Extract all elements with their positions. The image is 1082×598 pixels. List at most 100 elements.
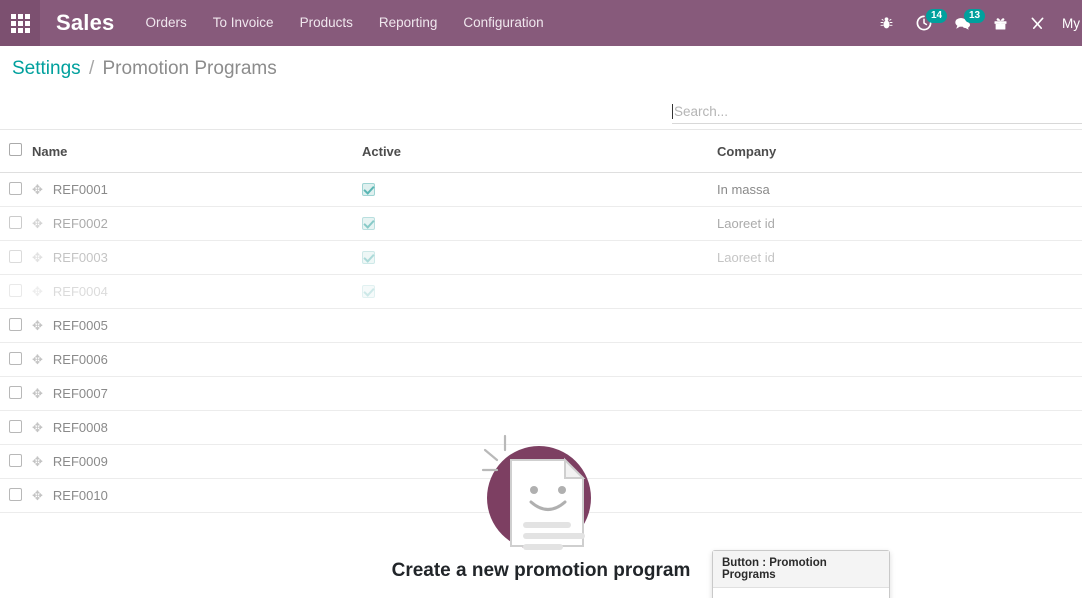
row-name-cell[interactable]: ✥ REF0005 [32,308,362,343]
table-row[interactable]: ✥ REF0006 [0,342,1082,377]
row-company-cell[interactable] [717,376,1082,411]
activity-clock-icon[interactable]: 14 [905,0,948,46]
drag-handle-icon[interactable]: ✥ [32,285,43,298]
table-row[interactable]: ✥ REF0002 Laoreet id [0,206,1082,241]
search-caret [672,104,673,119]
row-active-cell[interactable] [362,206,717,241]
row-name-value: REF0005 [52,318,108,333]
row-company-cell[interactable] [717,478,1082,513]
drag-handle-icon[interactable]: ✥ [32,489,43,502]
drag-handle-icon[interactable]: ✥ [32,387,43,400]
row-active-cell[interactable] [362,444,717,479]
row-checkbox[interactable] [9,385,22,399]
row-select-cell[interactable] [0,478,32,513]
search-bar[interactable] [672,104,1082,124]
row-company-cell[interactable] [717,444,1082,479]
table-row[interactable]: ✥ REF0005 [0,308,1082,343]
tools-icon[interactable] [1019,0,1056,46]
row-select-cell[interactable] [0,172,32,207]
row-name-cell[interactable]: ✥ REF0007 [32,376,362,411]
row-select-cell[interactable] [0,376,32,411]
menu-item-reporting[interactable]: Reporting [366,0,451,46]
row-checkbox[interactable] [9,487,22,501]
row-select-cell[interactable] [0,240,32,275]
row-select-cell[interactable] [0,444,32,479]
row-select-cell[interactable] [0,308,32,343]
menu-item-to-invoice[interactable]: To Invoice [200,0,287,46]
menu-item-orders[interactable]: Orders [133,0,200,46]
row-select-cell[interactable] [0,274,32,309]
row-active-cell[interactable] [362,410,717,445]
table-row[interactable]: ✥ REF0001 In massa [0,172,1082,207]
select-all-checkbox[interactable] [9,143,22,156]
tooltip-title: Button : Promotion Programs [713,551,889,588]
top-navbar: Sales Orders To Invoice Products Reporti… [0,0,1082,46]
row-checkbox[interactable] [9,215,22,229]
row-active-cell[interactable] [362,240,717,275]
row-name-cell[interactable]: ✥ REF0009 [32,444,362,479]
row-name-cell[interactable]: ✥ REF0003 [32,240,362,275]
bug-icon[interactable] [868,0,905,46]
user-menu-label[interactable]: My [1056,16,1080,31]
row-company-cell[interactable] [717,342,1082,377]
drag-handle-icon[interactable]: ✥ [32,217,43,230]
menu-item-configuration[interactable]: Configuration [450,0,556,46]
row-name-cell[interactable]: ✥ REF0008 [32,410,362,445]
row-select-cell[interactable] [0,342,32,377]
table-row[interactable]: ✥ REF0007 [0,376,1082,411]
row-company-cell[interactable]: Laoreet id [717,206,1082,241]
menu-item-products[interactable]: Products [287,0,366,46]
row-active-cell[interactable] [362,172,717,207]
row-company-cell[interactable] [717,274,1082,309]
row-select-cell[interactable] [0,410,32,445]
table-row[interactable]: ✥ REF0010 [0,478,1082,513]
app-brand-title[interactable]: Sales [40,10,133,36]
row-active-cell[interactable] [362,274,717,309]
table-row[interactable]: ✥ REF0003 Laoreet id [0,240,1082,275]
search-input[interactable] [674,104,1082,119]
table-row[interactable]: ✥ REF0008 [0,410,1082,445]
row-name-cell[interactable]: ✥ REF0004 [32,274,362,309]
row-checkbox[interactable] [9,351,22,365]
column-header-company[interactable]: Company [717,130,1082,173]
row-checkbox[interactable] [9,283,22,297]
row-checkbox[interactable] [9,453,22,467]
row-company-cell[interactable]: In massa [717,172,1082,207]
column-header-name[interactable]: Name [32,130,362,173]
drag-handle-icon[interactable]: ✥ [32,183,43,196]
row-company-cell[interactable] [717,410,1082,445]
apps-menu-button[interactable] [0,0,40,46]
drag-handle-icon[interactable]: ✥ [32,421,43,434]
row-name-cell[interactable]: ✥ REF0002 [32,206,362,241]
row-checkbox[interactable] [9,181,22,195]
breadcrumb-settings-link[interactable]: Settings [12,58,81,79]
row-name-cell[interactable]: ✥ REF0001 [32,172,362,207]
active-checkbox[interactable] [362,217,375,230]
row-name-cell[interactable]: ✥ REF0006 [32,342,362,377]
row-active-cell[interactable] [362,376,717,411]
table-row[interactable]: ✥ REF0009 [0,444,1082,479]
active-checkbox[interactable] [362,183,375,196]
active-checkbox[interactable] [362,251,375,264]
row-checkbox[interactable] [9,317,22,331]
drag-handle-icon[interactable]: ✥ [32,353,43,366]
drag-handle-icon[interactable]: ✥ [32,455,43,468]
drag-handle-icon[interactable]: ✥ [32,319,43,332]
drag-handle-icon[interactable]: ✥ [32,251,43,264]
row-select-cell[interactable] [0,206,32,241]
control-panel: Settings / Promotion Programs CREATE Fil… [0,46,1082,168]
table-row[interactable]: ✥ REF0004 [0,274,1082,309]
row-active-cell[interactable] [362,478,717,513]
navbar-systray: 14 13 My [868,0,1082,46]
row-name-cell[interactable]: ✥ REF0010 [32,478,362,513]
row-company-cell[interactable]: Laoreet id [717,240,1082,275]
row-checkbox[interactable] [9,249,22,263]
column-header-active[interactable]: Active [362,130,717,173]
row-checkbox[interactable] [9,419,22,433]
gift-icon[interactable] [982,0,1019,46]
row-company-cell[interactable] [717,308,1082,343]
messages-icon[interactable]: 13 [943,0,986,46]
active-checkbox[interactable] [362,285,375,298]
row-active-cell[interactable] [362,308,717,343]
row-active-cell[interactable] [362,342,717,377]
